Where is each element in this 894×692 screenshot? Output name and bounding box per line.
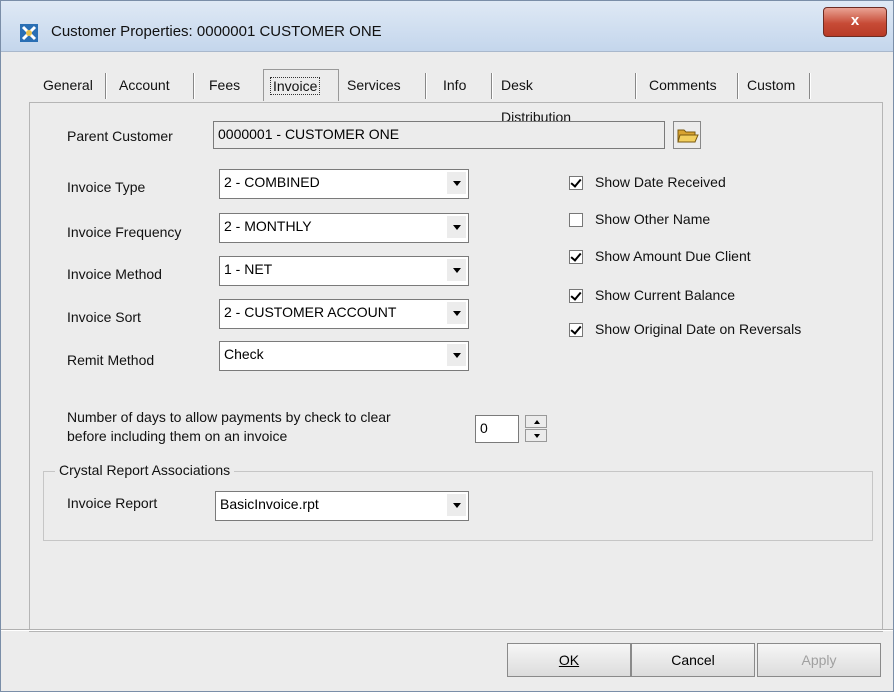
remit-method-select[interactable]: Check [219,341,469,371]
parent-customer-label: Parent Customer [67,128,173,144]
days-clear-stepper [525,415,547,443]
close-button[interactable]: x [823,7,887,37]
remit-method-label: Remit Method [67,352,155,368]
browse-parent-customer-button[interactable] [673,121,701,149]
show-date-received-checkbox[interactable] [569,176,583,190]
parent-customer-field[interactable]: 0000001 - CUSTOMER ONE [213,121,665,149]
tab-label: Desk Distribution [501,77,572,125]
tab-invoice[interactable]: Invoice [263,69,339,101]
chevron-down-icon[interactable] [446,216,466,238]
tab-label: Services [347,77,401,93]
tab-services[interactable]: Services [341,69,407,101]
invoice-frequency-select[interactable]: 2 - MONTHLY [219,213,469,243]
tab-separator [635,73,637,99]
tab-separator [737,73,739,99]
show-current-balance-checkbox[interactable] [569,289,583,303]
chevron-down-icon[interactable] [446,494,466,516]
invoice-type-label: Invoice Type [67,179,146,195]
tab-separator [193,73,195,99]
title-bar[interactable]: Customer Properties: 0000001 CUSTOMER ON… [1,1,893,52]
spin-up-icon[interactable] [525,415,547,428]
invoice-frequency-label: Invoice Frequency [67,224,182,240]
cancel-label: Cancel [671,652,715,668]
tab-desk-distribution[interactable]: Desk Distribution [495,69,577,125]
invoice-method-select[interactable]: 1 - NET [219,256,469,286]
invoice-sort-select[interactable]: 2 - CUSTOMER ACCOUNT [219,299,469,329]
invoice-report-label: Invoice Report [67,495,158,511]
show-other-name-label: Show Other Name [595,211,711,227]
ok-button[interactable]: OK [507,643,631,677]
show-current-balance-label: Show Current Balance [595,287,736,303]
invoice-method-value: 1 - NET [224,261,273,277]
customer-properties-window: Customer Properties: 0000001 CUSTOMER ON… [0,0,894,692]
tab-label: Custom [747,77,796,93]
tab-label: Invoice [270,77,321,95]
chevron-down-icon[interactable] [446,172,466,194]
tab-separator [105,73,107,99]
tab-separator [491,73,493,99]
cancel-button[interactable]: Cancel [631,643,755,677]
tab-info[interactable]: Info [437,69,472,101]
days-clear-input[interactable]: 0 [475,415,519,443]
chevron-down-icon[interactable] [446,259,466,281]
apply-label: Apply [801,652,837,668]
show-original-date-checkbox[interactable] [569,323,583,337]
show-amount-due-client-checkbox[interactable] [569,250,583,264]
ok-label: OK [558,652,580,668]
spin-down-icon[interactable] [525,429,547,442]
invoice-type-select[interactable]: 2 - COMBINED [219,169,469,199]
tab-label: General [43,77,93,93]
days-clear-label-line2: before including them on an invoice [67,428,288,444]
remit-method-value: Check [224,346,264,362]
invoice-method-label: Invoice Method [67,266,162,282]
days-clear-label-line1: Number of days to allow payments by chec… [67,409,391,425]
show-other-name-checkbox[interactable] [569,213,583,227]
tab-label: Comments [649,77,717,93]
tab-general[interactable]: General [37,69,99,101]
app-icon [20,24,38,42]
tab-label: Info [443,77,467,93]
invoice-type-value: 2 - COMBINED [224,174,320,190]
chevron-down-icon[interactable] [446,302,466,324]
tab-label: Fees [209,77,241,93]
folder-open-icon [677,129,699,143]
show-original-date-label: Show Original Date on Reversals [595,321,802,337]
invoice-report-value: BasicInvoice.rpt [220,496,319,512]
show-date-received-label: Show Date Received [595,174,726,190]
tab-fees[interactable]: Fees [203,69,246,101]
bottom-separator [1,629,893,631]
invoice-frequency-value: 2 - MONTHLY [224,218,312,234]
tab-custom[interactable]: Custom [741,69,801,101]
invoice-sort-value: 2 - CUSTOMER ACCOUNT [224,304,397,320]
apply-button[interactable]: Apply [757,643,881,677]
chevron-down-icon[interactable] [446,344,466,366]
invoice-sort-label: Invoice Sort [67,309,141,325]
window-title: Customer Properties: 0000001 CUSTOMER ON… [51,23,382,40]
crystal-report-group-title: Crystal Report Associations [55,462,235,478]
tab-separator [425,73,427,99]
show-amount-due-client-label: Show Amount Due Client [595,248,751,264]
tab-label: Account [119,77,170,93]
tab-separator [809,73,811,99]
tab-comments[interactable]: Comments [643,69,723,101]
invoice-report-select[interactable]: BasicInvoice.rpt [215,491,469,521]
tab-account[interactable]: Account [113,69,176,101]
